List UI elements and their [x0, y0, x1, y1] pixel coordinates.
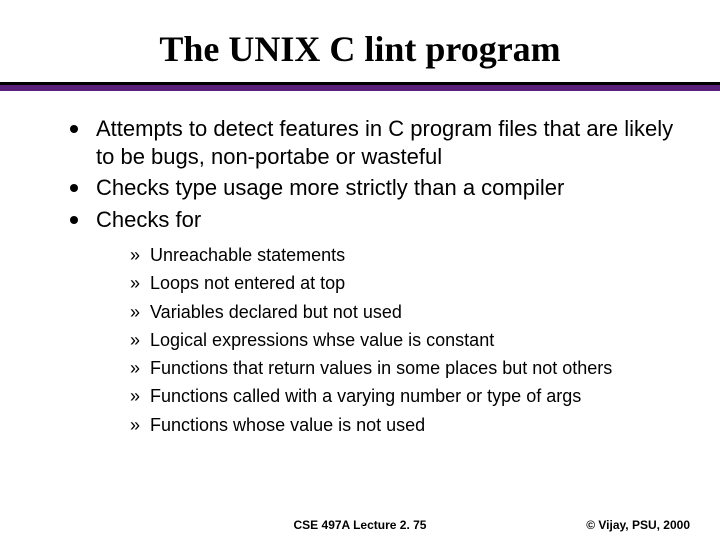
sub-list-item: » Functions whose value is not used	[130, 413, 680, 437]
sub-list-item: » Loops not entered at top	[130, 271, 680, 295]
sub-item-text: Functions whose value is not used	[150, 413, 425, 437]
chevron-right-icon: »	[130, 356, 140, 380]
sub-list: » Unreachable statements » Loops not ent…	[130, 243, 680, 437]
list-item: Checks type usage more strictly than a c…	[70, 174, 680, 202]
bullet-icon	[70, 125, 78, 133]
footer-copyright: © Vijay, PSU, 2000	[586, 518, 690, 532]
sub-list-item: » Functions called with a varying number…	[130, 384, 680, 408]
main-list: Attempts to detect features in C program…	[70, 115, 680, 233]
bullet-icon	[70, 216, 78, 224]
list-item: Attempts to detect features in C program…	[70, 115, 680, 170]
sub-list-item: » Logical expressions whse value is cons…	[130, 328, 680, 352]
chevron-right-icon: »	[130, 384, 140, 408]
list-item-text: Checks type usage more strictly than a c…	[96, 174, 564, 202]
sub-item-text: Logical expressions whse value is consta…	[150, 328, 494, 352]
chevron-right-icon: »	[130, 300, 140, 324]
sub-item-text: Functions called with a varying number o…	[150, 384, 581, 408]
list-item-text: Checks for	[96, 206, 201, 234]
chevron-right-icon: »	[130, 413, 140, 437]
chevron-right-icon: »	[130, 271, 140, 295]
sub-list-item: » Variables declared but not used	[130, 300, 680, 324]
sub-item-text: Unreachable statements	[150, 243, 345, 267]
title-divider	[0, 82, 720, 91]
sub-item-text: Loops not entered at top	[150, 271, 345, 295]
sub-item-text: Variables declared but not used	[150, 300, 402, 324]
slide-title: The UNIX C lint program	[40, 28, 680, 70]
chevron-right-icon: »	[130, 243, 140, 267]
sub-item-text: Functions that return values in some pla…	[150, 356, 612, 380]
list-item-text: Attempts to detect features in C program…	[96, 115, 680, 170]
sub-list-item: » Functions that return values in some p…	[130, 356, 680, 380]
bullet-icon	[70, 184, 78, 192]
list-item: Checks for	[70, 206, 680, 234]
chevron-right-icon: »	[130, 328, 140, 352]
slide: The UNIX C lint program Attempts to dete…	[0, 0, 720, 540]
sub-list-item: » Unreachable statements	[130, 243, 680, 267]
